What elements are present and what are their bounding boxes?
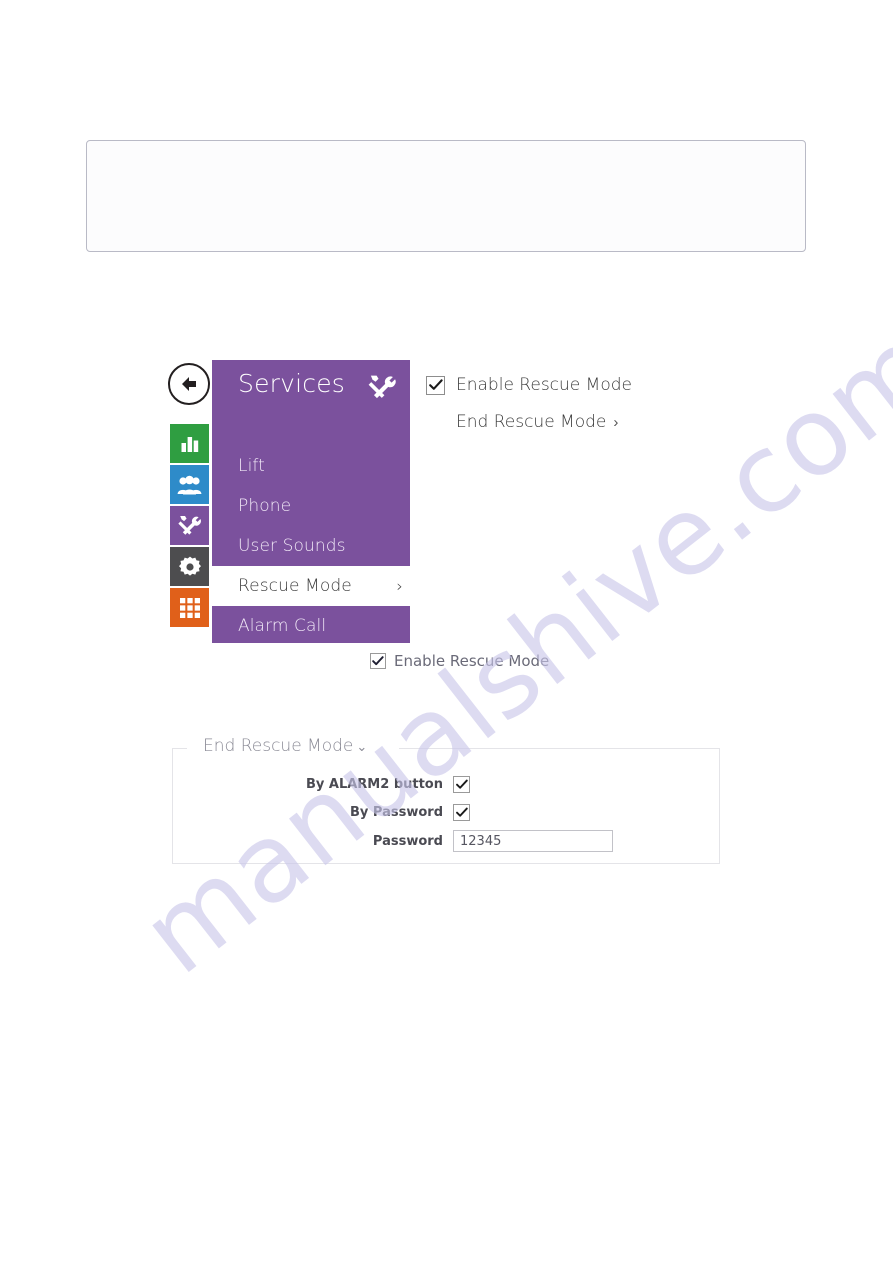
device-ui-screenshot: Services Lift Phone User Sounds Rescue M…	[168, 360, 632, 650]
chevron-down-icon: ⌄	[356, 740, 368, 755]
password-label: Password	[372, 833, 443, 849]
menu-item-label: Lift	[238, 456, 265, 476]
menu-item-alarm-call[interactable]: Alarm Call	[212, 606, 410, 646]
arrow-left-icon	[178, 374, 200, 394]
menu-item-label: Rescue Mode	[238, 576, 352, 596]
password-row[interactable]: Password	[173, 829, 719, 853]
enable-rescue-mode-setting-row[interactable]: Enable Rescue Mode	[370, 652, 549, 670]
services-menu-panel: Services Lift Phone User Sounds Rescue M…	[212, 360, 419, 646]
end-rescue-mode-legend[interactable]: End Rescue Mode ⌄	[197, 736, 374, 756]
end-rescue-mode-link[interactable]: End Rescue Mode ›	[456, 412, 636, 432]
rail-item-directory[interactable]	[170, 465, 209, 504]
password-input[interactable]	[453, 830, 613, 852]
enable-rescue-mode-row[interactable]: Enable Rescue Mode	[426, 375, 636, 395]
tools-icon	[177, 513, 202, 538]
menu-item-label: User Sounds	[238, 536, 346, 556]
bar-chart-icon	[178, 432, 201, 455]
enable-rescue-mode-label: Enable Rescue Mode	[394, 652, 550, 670]
back-button[interactable]	[168, 363, 210, 405]
rail-item-status[interactable]	[170, 424, 209, 463]
by-alarm2-button-label: By ALARM2 button	[305, 776, 443, 792]
by-password-label: By Password	[350, 804, 443, 820]
users-icon	[177, 474, 202, 496]
legend-label: End Rescue Mode	[203, 736, 354, 756]
gear-icon	[178, 555, 202, 579]
enable-rescue-mode-checkbox[interactable]	[370, 653, 386, 669]
menu-item-label: Phone	[238, 496, 292, 516]
enable-rescue-mode-checkbox[interactable]	[426, 375, 445, 395]
icon-rail	[170, 424, 209, 629]
by-alarm2-button-row[interactable]: By ALARM2 button	[173, 773, 719, 795]
top-callout-box	[86, 140, 806, 252]
chevron-right-icon: ›	[396, 576, 403, 596]
menu-item-rescue-mode[interactable]: Rescue Mode ›	[212, 566, 419, 606]
services-menu-list: Lift Phone User Sounds Rescue Mode › Ala…	[212, 446, 419, 646]
enable-rescue-mode-label: Enable Rescue Mode	[456, 375, 632, 395]
by-alarm2-button-checkbox[interactable]	[453, 775, 470, 793]
rail-item-hardware[interactable]	[170, 588, 209, 627]
panel-header: Services	[212, 360, 410, 414]
menu-item-phone[interactable]: Phone	[212, 486, 410, 526]
end-rescue-mode-fields: By ALARM2 button By Password Password	[173, 773, 719, 859]
by-password-checkbox[interactable]	[453, 803, 470, 821]
rescue-mode-options: Enable Rescue Mode End Rescue Mode ›	[426, 375, 636, 449]
tools-icon	[367, 372, 397, 402]
by-password-row[interactable]: By Password	[173, 801, 719, 823]
end-rescue-mode-label: End Rescue Mode	[456, 412, 607, 432]
chevron-right-icon: ›	[613, 413, 619, 431]
end-rescue-mode-fieldset: End Rescue Mode ⌄ By ALARM2 button By Pas…	[172, 736, 720, 864]
grid-icon	[179, 597, 201, 619]
rail-item-services[interactable]	[170, 506, 209, 545]
panel-title: Services	[238, 369, 346, 398]
menu-item-user-sounds[interactable]: User Sounds	[212, 526, 410, 566]
rail-item-system[interactable]	[170, 547, 209, 586]
menu-item-label: Alarm Call	[238, 616, 327, 636]
menu-item-lift[interactable]: Lift	[212, 446, 410, 486]
